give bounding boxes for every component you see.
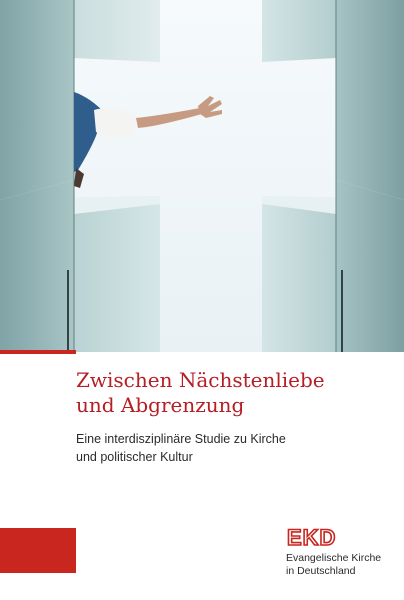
subtitle-line-1: Eine interdisziplinäre Studie zu Kirche <box>76 432 286 446</box>
cover-photo <box>0 0 404 352</box>
accent-line <box>0 350 76 354</box>
svg-text:EKD: EKD <box>287 526 336 548</box>
subtitle-line-2: und politischer Kultur <box>76 450 193 464</box>
book-title: Zwischen Nächstenliebe und Abgrenzung <box>76 368 376 418</box>
publisher-line-1: Evangelische Kirche <box>286 552 382 564</box>
red-accent-block <box>0 528 76 573</box>
title-line-2: und Abgrenzung <box>76 393 245 417</box>
title-line-1: Zwischen Nächstenliebe <box>76 368 325 392</box>
book-subtitle: Eine interdisziplinäre Studie zu Kirche … <box>76 430 386 466</box>
ekd-logo: EKD <box>286 526 336 548</box>
book-cover: Zwischen Nächstenliebe und Abgrenzung Ei… <box>0 0 404 600</box>
publisher-name: Evangelische Kirche in Deutschland <box>286 552 381 578</box>
publisher-line-2: in Deutschland <box>286 565 356 577</box>
